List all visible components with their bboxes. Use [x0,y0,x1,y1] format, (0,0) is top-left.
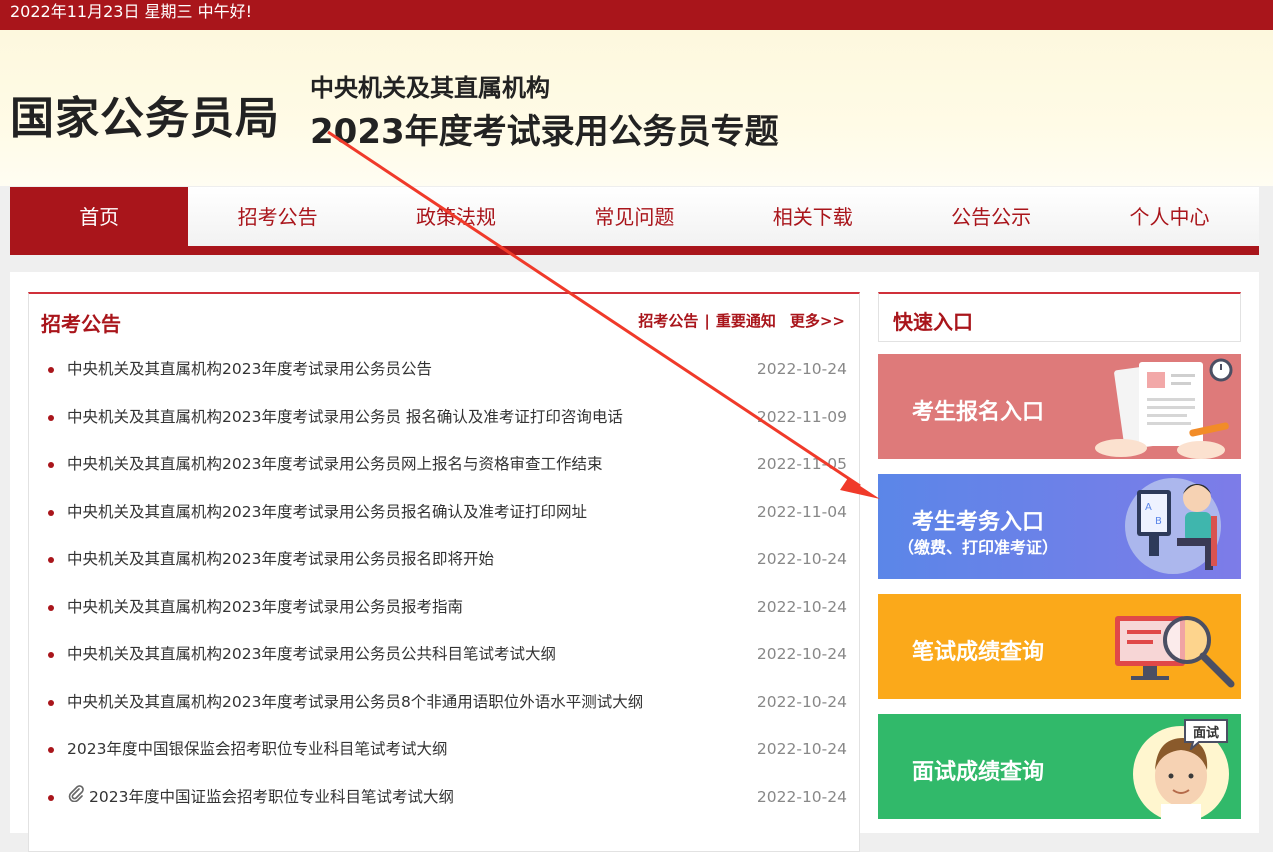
notice-date: 2022-10-24 [756,740,847,758]
list-item: 中央机关及其直属机构2023年度考试录用公务员报名确认及准考证打印网址 2022-… [29,489,859,537]
notice-link[interactable]: 中央机关及其直属机构2023年度考试录用公务员 报名确认及准考证打印咨询电话 [67,408,623,426]
link-separator: | [704,312,710,330]
notice-link[interactable]: 2023年度中国证监会招考职位专业科目笔试考试大纲 [89,788,454,806]
notice-link[interactable]: 中央机关及其直属机构2023年度考试录用公务员报名确认及准考证打印网址 [67,503,587,521]
list-item: 中央机关及其直属机构2023年度考试录用公务员8个非通用语职位外语水平测试大纲 2… [29,679,859,727]
quick-entry-panel: 快速入口 考生报名入口 考生考务入口 （缴费、打印准考证） A B 笔试成绩查询… [878,292,1241,819]
candidate-registration-label: 考生报名入口 [912,400,1045,425]
paperclip-icon [67,774,85,822]
bullet-icon [48,604,54,611]
interview-score-button[interactable]: 面试成绩查询 面试 [878,714,1241,819]
notice-date: 2022-10-24 [756,645,847,663]
interview-score-label: 面试成绩查询 [912,760,1045,785]
notice-date: 2022-10-24 [756,597,847,616]
quick-entry-header: 快速入口 [878,292,1241,342]
list-item: 中央机关及其直属机构2023年度考试录用公务员公告 2022-10-24 [29,346,859,394]
list-item: 中央机关及其直属机构2023年度考试录用公务员公共科目笔试考试大纲 2022-10… [29,631,859,679]
bullet-icon [48,794,54,801]
notice-date: 2022-11-09 [756,407,847,426]
bullet-icon [48,699,54,706]
notice-panel-links: 招考公告 | 重要通知 更多>> [638,310,845,331]
nav-item-announcements[interactable]: 公告公示 [902,187,1080,246]
link-important-notices[interactable]: 重要通知 [716,312,776,330]
bullet-icon [48,509,54,516]
site-header: 国家公务员局 中央机关及其直属机构 2023年度考试录用公务员专题 [0,30,1273,186]
bullet-icon [48,652,54,658]
notice-panel-title: 招考公告 [41,312,121,336]
site-logo-text[interactable]: 国家公务员局 [10,82,280,146]
notice-link[interactable]: 中央机关及其直属机构2023年度考试录用公务员报名即将开始 [67,550,494,568]
bullet-icon [48,557,54,563]
link-recruit-notices[interactable]: 招考公告 [638,312,698,330]
list-item: 2023年度中国银保监会招考职位专业科目笔试考试大纲 2022-10-24 [29,726,859,774]
bullet-icon [48,747,54,753]
written-exam-score-label: 笔试成绩查询 [912,640,1045,665]
candidate-exam-affairs-button[interactable]: 考生考务入口 （缴费、打印准考证） A B [878,474,1241,579]
notice-link[interactable]: 中央机关及其直属机构2023年度考试录用公务员公告 [67,360,432,378]
list-item: 中央机关及其直属机构2023年度考试录用公务员报名即将开始 2022-10-24 [29,536,859,584]
notice-list: 中央机关及其直属机构2023年度考试录用公务员公告 2022-10-24 中央机关… [29,346,859,821]
bullet-icon [48,367,54,373]
notice-header: 招考公告 招考公告 | 重要通知 更多>> [29,294,859,346]
header-subtitle: 中央机关及其直属机构 [310,74,550,102]
nav-item-downloads[interactable]: 相关下载 [724,187,902,246]
notice-panel: 招考公告 招考公告 | 重要通知 更多>> 中央机关及其直属机构2023年度考试录用公… [28,292,860,852]
bullet-icon [48,414,54,421]
nav-item-home[interactable]: 首页 [10,187,189,246]
notice-date: 2022-10-24 [756,787,847,806]
notice-date: 2022-10-24 [756,692,847,711]
list-item: 中央机关及其直属机构2023年度考试录用公务员报考指南 2022-10-24 [29,584,859,632]
list-item: 中央机关及其直属机构2023年度考试录用公务员 报名确认及准考证打印咨询电话 20… [29,394,859,442]
notice-link[interactable]: 2023年度中国银保监会招考职位专业科目笔试考试大纲 [67,740,447,758]
candidate-exam-affairs-label: 考生考务入口 [912,510,1045,535]
nav-item-policies[interactable]: 政策法规 [367,187,545,246]
list-item: 2023年度中国证监会招考职位专业科目笔试考试大纲 2022-10-24 [29,774,859,822]
notice-link[interactable]: 中央机关及其直属机构2023年度考试录用公务员网上报名与资格审查工作结束 [67,455,602,473]
more-link[interactable]: 更多>> [790,312,845,330]
nav-item-personal-center[interactable]: 个人中心 [1080,187,1258,246]
svg-text:B: B [1155,516,1162,527]
written-exam-score-button[interactable]: 笔试成绩查询 [878,594,1241,699]
notice-link[interactable]: 中央机关及其直属机构2023年度考试录用公务员公共科目笔试考试大纲 [67,645,556,663]
notice-link[interactable]: 中央机关及其直属机构2023年度考试录用公务员8个非通用语职位外语水平测试大纲 [67,693,643,711]
notice-date: 2022-11-04 [756,502,847,521]
nav-underline [10,246,1259,255]
interview-badge-label: 面试 [1193,725,1219,741]
notice-date: 2022-11-05 [756,455,847,473]
notice-date: 2022-10-24 [756,550,847,568]
bullet-icon [48,462,54,468]
notice-link[interactable]: 中央机关及其直属机构2023年度考试录用公务员报考指南 [67,598,463,616]
candidate-registration-button[interactable]: 考生报名入口 [878,354,1241,459]
page-title: 2023年度考试录用公务员专题 [310,112,779,152]
notice-date: 2022-10-24 [756,360,847,378]
person-at-computer-icon: A B [1125,478,1221,574]
score-screen-magnifier-icon [1115,616,1235,688]
interview-speech-bubble: 面试 [1184,719,1228,750]
quick-entry-title: 快速入口 [893,310,973,334]
date-greeting-bar: 2022年11月23日 星期三 中午好! [0,0,1273,30]
application-form-icon [1095,358,1233,459]
svg-text:A: A [1145,502,1152,513]
date-greeting: 2022年11月23日 星期三 中午好! [10,2,253,21]
candidate-exam-affairs-subtitle: （缴费、打印准考证） [898,538,1059,557]
nav-item-faq[interactable]: 常见问题 [545,187,723,246]
list-item: 中央机关及其直属机构2023年度考试录用公务员网上报名与资格审查工作结束 2022… [29,441,859,489]
content-area: 招考公告 招考公告 | 重要通知 更多>> 中央机关及其直属机构2023年度考试录用公… [10,272,1259,852]
main-nav: 首页 招考公告 政策法规 常见问题 相关下载 公告公示 个人中心 [10,186,1259,255]
nav-item-recruit-notices[interactable]: 招考公告 [188,187,366,246]
